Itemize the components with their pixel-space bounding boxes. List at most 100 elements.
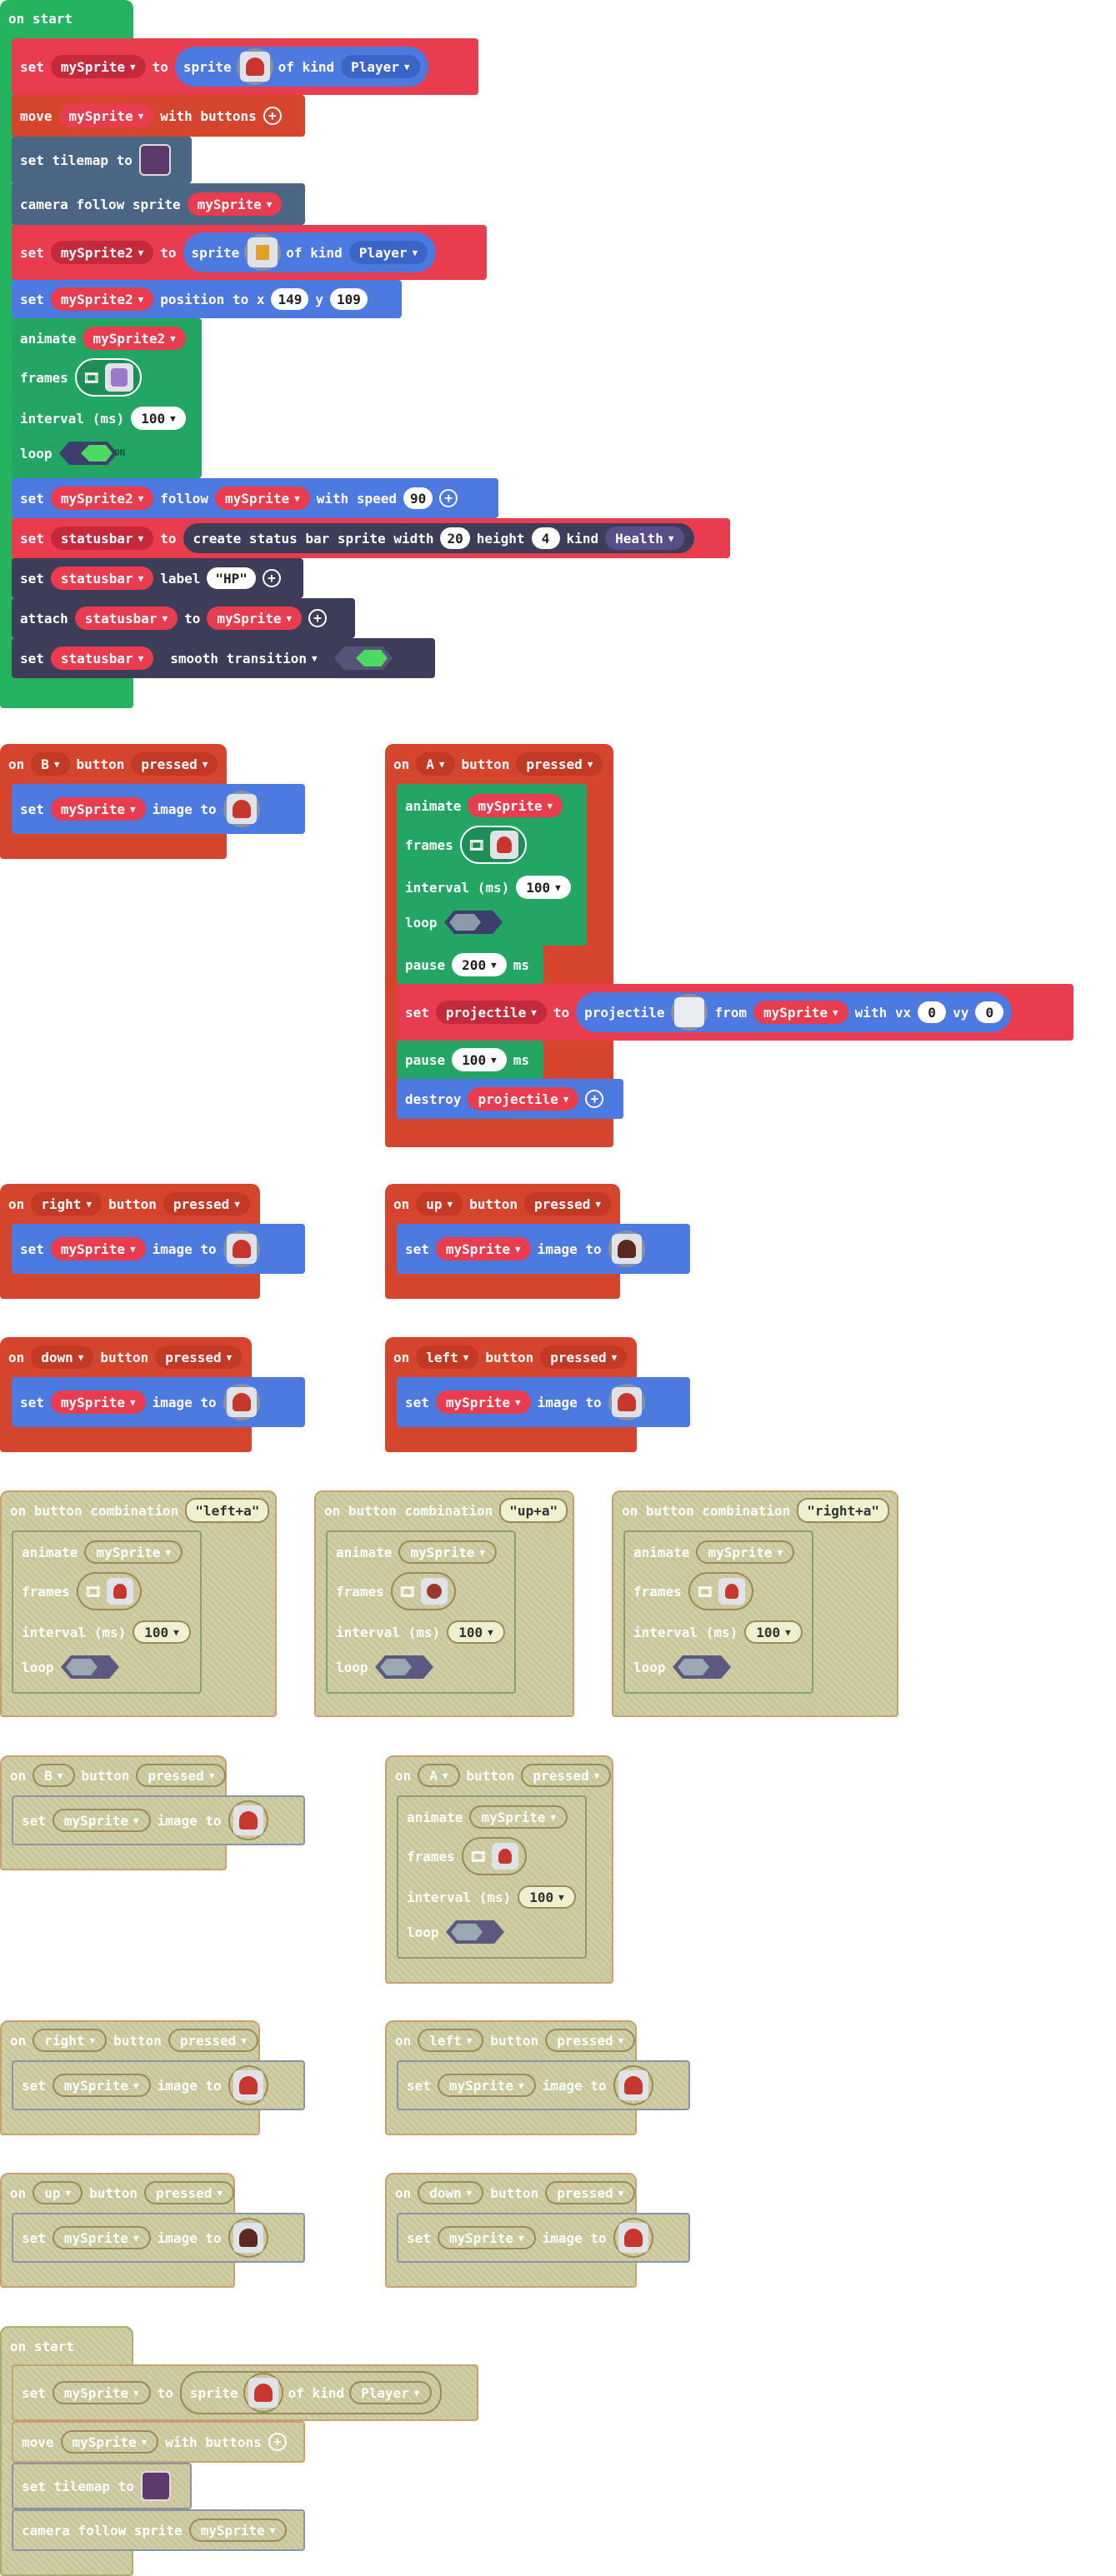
destroy-block[interactable]: destroy projectile ▼ + — [397, 1079, 623, 1119]
frames-picker[interactable]: 🎞 — [688, 1572, 754, 1610]
var-dropdown[interactable]: mySprite ▼ — [60, 2430, 159, 2454]
var-dropdown[interactable]: mySprite ▼ — [52, 2381, 151, 2404]
plus-circle-icon[interactable]: + — [263, 107, 282, 125]
sprite-image-icon[interactable] — [233, 2223, 263, 2253]
var-dropdown[interactable]: mySprite ▼ — [52, 2074, 151, 2097]
kind-dropdown[interactable]: Player ▼ — [349, 2381, 432, 2404]
var-dropdown[interactable]: projectile ▼ — [435, 1001, 547, 1024]
event-dropdown[interactable]: pressed ▼ — [168, 2029, 258, 2052]
var-dropdown[interactable]: mySprite ▼ — [435, 1390, 531, 1414]
event-dropdown[interactable]: pressed ▼ — [545, 2181, 636, 2204]
plus-circle-icon[interactable]: + — [268, 2433, 287, 2451]
var-dropdown[interactable]: mySprite ▼ — [188, 2519, 288, 2542]
sprite-image-icon[interactable] — [618, 2070, 648, 2100]
var-dropdown[interactable]: mySprite ▼ — [437, 2074, 536, 2097]
pause-block[interactable]: pause 200 ▼ ms — [397, 946, 543, 984]
button-dropdown[interactable]: B ▼ — [31, 752, 70, 776]
var-dropdown[interactable]: statusbar ▼ — [50, 527, 154, 550]
button-dropdown[interactable]: left ▼ — [418, 2029, 484, 2052]
property-dropdown[interactable]: smooth transition ▼ — [160, 646, 327, 670]
kind-dropdown[interactable]: Health ▼ — [605, 527, 684, 550]
frames-picker[interactable]: 🎞 — [74, 358, 143, 397]
var-dropdown[interactable]: mySprite2 ▼ — [50, 487, 154, 510]
speed-input[interactable]: 90 — [403, 487, 433, 509]
sprite-of-kind-reporter[interactable]: sprite of kind Player ▼ — [179, 2371, 442, 2414]
loop-toggle[interactable] — [672, 1655, 731, 1679]
camera-follow-block[interactable]: camera follow sprite mySprite ▼ — [12, 183, 305, 225]
frames-picker[interactable]: 🎞 — [390, 1572, 457, 1610]
frames-picker[interactable]: 🎞 — [461, 1837, 528, 1875]
vy-input[interactable]: 0 — [975, 1001, 1004, 1023]
plus-circle-icon[interactable]: + — [308, 609, 328, 627]
sprite-image-icon[interactable] — [233, 1805, 263, 1835]
move-with-buttons-block[interactable]: move mySprite ▼ with buttons + — [12, 2421, 305, 2463]
set-sprite-block[interactable]: set mySprite ▼ to sprite of kind Player ▼ — [12, 2364, 478, 2421]
loop-toggle[interactable] — [445, 1920, 504, 1944]
var-dropdown[interactable]: projectile ▼ — [468, 1087, 579, 1111]
var-dropdown[interactable]: mySprite ▼ — [50, 55, 146, 78]
sprite-image-icon[interactable] — [226, 1234, 257, 1264]
animate-block[interactable]: animate mySprite ▼ frames 🎞 interval (ms)… — [12, 1530, 202, 1694]
button-dropdown[interactable]: down ▼ — [418, 2181, 484, 2204]
frames-picker[interactable]: 🎞 — [459, 826, 528, 864]
animate-block[interactable]: animate mySprite2 ▼ frames 🎞 interval (ms… — [12, 318, 202, 478]
event-dropdown[interactable]: pressed ▼ — [131, 752, 218, 776]
var-dropdown[interactable]: mySprite ▼ — [50, 797, 146, 821]
frames-picker[interactable]: 🎞 — [76, 1572, 143, 1610]
var-dropdown[interactable]: mySprite ▼ — [50, 1237, 146, 1261]
var-dropdown[interactable]: mySprite ▼ — [435, 1237, 531, 1261]
event-dropdown[interactable]: pressed ▼ — [523, 1192, 612, 1216]
set-image-block[interactable]: set mySprite ▼ image to — [12, 1795, 305, 1845]
sprite-image-icon[interactable] — [226, 794, 257, 824]
set-image-block[interactable]: set mySprite ▼ image to — [12, 784, 305, 834]
tilemap-icon[interactable] — [140, 2471, 171, 2501]
set-position-block[interactable]: set mySprite2 ▼ position to x 149 y 109 — [12, 280, 402, 318]
interval-dropdown[interactable]: 100 ▼ — [133, 1620, 191, 1644]
camera-follow-block[interactable]: camera follow sprite mySprite ▼ — [12, 2509, 305, 2551]
set-projectile-block[interactable]: set projectile ▼ to projectile from mySpr… — [397, 984, 1073, 1041]
height-input[interactable]: 4 — [531, 527, 560, 549]
animate-block[interactable]: animate mySprite ▼ frames 🎞 interval (ms)… — [326, 1530, 516, 1694]
button-dropdown[interactable]: B ▼ — [33, 1764, 75, 1787]
combo-input[interactable]: "left+a" — [185, 1498, 270, 1523]
var-dropdown[interactable]: mySprite ▼ — [468, 794, 563, 817]
sprite-image-icon[interactable] — [618, 2223, 648, 2253]
event-dropdown[interactable]: pressed ▼ — [163, 1192, 250, 1216]
var-dropdown[interactable]: statusbar ▼ — [50, 567, 154, 590]
var-dropdown[interactable]: mySprite ▼ — [753, 1001, 848, 1024]
set-image-block[interactable]: set mySprite ▼ image to — [12, 2060, 305, 2110]
button-dropdown[interactable]: up ▼ — [33, 2181, 83, 2204]
set-sprite2-block[interactable]: set mySprite2 ▼ to sprite of kind Player ▼ — [12, 225, 487, 280]
event-dropdown[interactable]: pressed ▼ — [516, 752, 603, 776]
sprite-image-icon[interactable] — [233, 2070, 263, 2100]
event-dropdown[interactable]: pressed ▼ — [545, 2029, 636, 2052]
var-dropdown[interactable]: statusbar ▼ — [50, 646, 154, 670]
smooth-transition-block[interactable]: set statusbar ▼ smooth transition ▼ — [12, 638, 435, 678]
loop-toggle[interactable] — [443, 911, 503, 934]
set-image-block[interactable]: set mySprite ▼ image to — [397, 1224, 690, 1274]
sprite-image-icon[interactable] — [248, 237, 278, 267]
x-input[interactable]: 149 — [271, 288, 309, 310]
var-dropdown[interactable]: mySprite ▼ — [398, 1540, 498, 1564]
pause-dropdown[interactable]: 200 ▼ — [452, 953, 507, 976]
event-dropdown[interactable]: pressed ▼ — [136, 1764, 227, 1787]
set-image-block[interactable]: set mySprite ▼ image to — [12, 1377, 305, 1427]
statusbar-create-block[interactable]: set statusbar ▼ to create status bar spri… — [12, 518, 730, 558]
set-tilemap-block[interactable]: set tilemap to — [12, 2463, 192, 2509]
interval-dropdown[interactable]: 100 ▼ — [744, 1620, 803, 1644]
var-dropdown[interactable]: mySprite2 ▼ — [83, 327, 186, 350]
combo-input[interactable]: "up+a" — [499, 1498, 568, 1523]
move-with-buttons-block[interactable]: move mySprite ▼ with buttons + — [12, 95, 305, 137]
sprite-image-icon[interactable] — [611, 1234, 642, 1264]
plus-circle-icon[interactable]: + — [262, 569, 281, 587]
button-dropdown[interactable]: A ▼ — [416, 752, 455, 776]
button-dropdown[interactable]: up ▼ — [416, 1192, 463, 1216]
var-dropdown[interactable]: mySprite ▼ — [215, 487, 310, 510]
projectile-reporter[interactable]: projectile from mySprite ▼ with vx 0 vy 0 — [576, 992, 1013, 1032]
button-dropdown[interactable]: right ▼ — [31, 1192, 103, 1216]
var-dropdown[interactable]: mySprite ▼ — [207, 607, 303, 630]
var-dropdown[interactable]: mySprite ▼ — [437, 2226, 536, 2249]
sprite-image-icon[interactable] — [239, 52, 270, 82]
loop-toggle[interactable] — [58, 442, 118, 465]
var-dropdown[interactable]: mySprite2 ▼ — [50, 287, 154, 311]
